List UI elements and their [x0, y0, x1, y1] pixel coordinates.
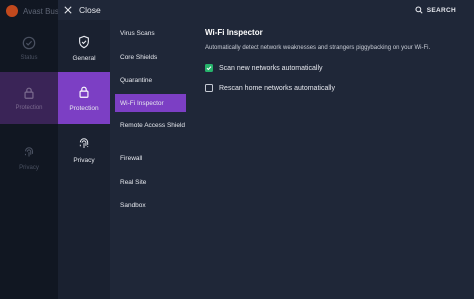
- submenu-remote-access-shield[interactable]: Remote Access Shield: [115, 121, 186, 141]
- submenu-virus-scans[interactable]: Virus Scans: [115, 28, 186, 38]
- rescan-home-networks-label: Rescan home networks automatically: [219, 84, 335, 92]
- settings-category-list: General Protection Privacy: [58, 20, 110, 299]
- scan-new-networks-checkbox[interactable]: [205, 64, 213, 72]
- search-button[interactable]: SEARCH: [415, 4, 456, 16]
- check-circle-icon: [22, 36, 36, 49]
- submenu-wifi-inspector[interactable]: Wi-Fi Inspector: [115, 94, 186, 112]
- rescan-home-networks-option[interactable]: Rescan home networks automatically: [205, 83, 465, 93]
- category-general[interactable]: General: [58, 22, 110, 74]
- category-general-label: General: [72, 54, 96, 62]
- close-button[interactable]: Close: [64, 3, 101, 17]
- avast-logo-icon: [6, 5, 18, 17]
- category-privacy[interactable]: Privacy: [58, 124, 110, 176]
- submenu-real-site[interactable]: Real Site: [115, 177, 186, 187]
- scan-new-networks-option[interactable]: Scan new networks automatically: [205, 63, 465, 73]
- background-nav-protection-label: Protection: [15, 104, 43, 111]
- lock-icon: [24, 87, 34, 99]
- close-icon: [64, 6, 72, 14]
- settings-dialog: Close SEARCH General Protection Privacy …: [58, 0, 474, 299]
- background-app-titlebar: Avast Busin: [0, 0, 58, 22]
- fingerprint-icon: [79, 137, 89, 148]
- search-button-label: SEARCH: [426, 6, 456, 14]
- submenu-firewall[interactable]: Firewall: [115, 153, 186, 163]
- background-app-title: Avast Busin: [23, 6, 58, 16]
- close-button-label: Close: [79, 5, 101, 15]
- category-protection-label: Protection: [69, 104, 99, 112]
- submenu-quarantine[interactable]: Quarantine: [115, 75, 186, 85]
- panel-title: Wi-Fi Inspector: [205, 28, 263, 37]
- background-nav-privacy-label: Privacy: [19, 164, 39, 171]
- settings-topbar: Close SEARCH: [58, 0, 474, 20]
- shield-check-icon: [79, 35, 89, 48]
- submenu-sandbox[interactable]: Sandbox: [115, 200, 186, 210]
- scan-new-networks-label: Scan new networks automatically: [219, 64, 323, 72]
- background-nav-protection: Protection: [0, 72, 58, 124]
- category-protection[interactable]: Protection: [58, 72, 110, 124]
- checkmark-icon: [206, 66, 212, 71]
- category-privacy-label: Privacy: [73, 156, 95, 164]
- wifi-inspector-panel: Wi-Fi Inspector Automatically detect net…: [205, 28, 465, 103]
- background-nav-status: Status: [0, 22, 58, 74]
- rescan-home-networks-checkbox[interactable]: [205, 84, 213, 92]
- submenu-core-shields[interactable]: Core Shields: [115, 52, 186, 62]
- fingerprint-icon: [24, 146, 34, 156]
- lock-icon: [79, 86, 89, 98]
- panel-description: Automatically detect network weaknesses …: [205, 45, 431, 51]
- search-icon: [415, 6, 423, 14]
- background-nav-status-label: Status: [20, 54, 38, 61]
- background-nav-privacy: Privacy: [0, 132, 58, 184]
- background-app-sidebar: Avast Busin Status Protection Privacy: [0, 0, 58, 299]
- protection-submenu: Virus Scans Core Shields Quarantine Wi-F…: [110, 20, 190, 299]
